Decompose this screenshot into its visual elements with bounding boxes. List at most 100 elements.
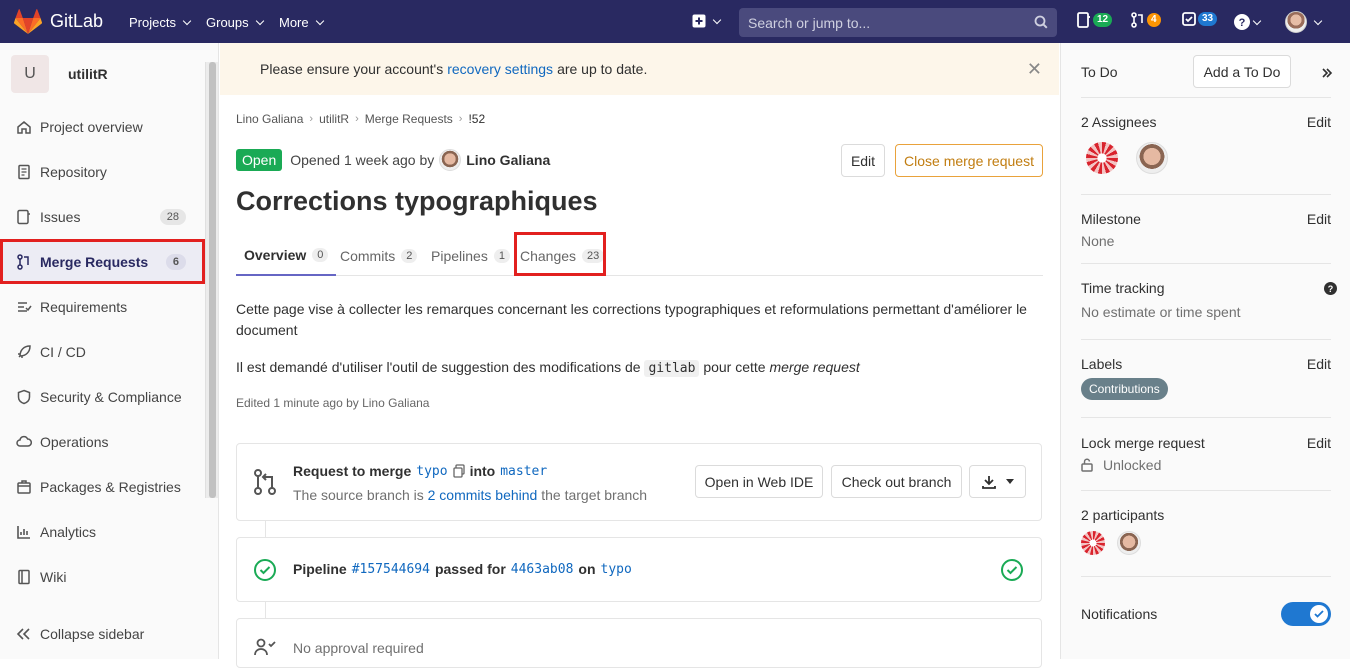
assignees-edit-link[interactable]: Edit bbox=[1307, 114, 1331, 130]
check-out-branch-button[interactable]: Check out branch bbox=[831, 465, 962, 498]
pipeline-passed-icon[interactable] bbox=[254, 559, 276, 581]
tab-overview[interactable]: Overview 0 bbox=[236, 236, 337, 276]
source-branch-link[interactable]: typo bbox=[416, 464, 447, 479]
tab-changes[interactable]: Changes 23 bbox=[520, 236, 605, 276]
more-menu[interactable]: More bbox=[279, 15, 324, 30]
user-avatar bbox=[1285, 11, 1307, 33]
author-avatar[interactable] bbox=[439, 149, 462, 171]
assignees-title: 2 Assignees bbox=[1081, 114, 1157, 130]
issues-count-badge: 12 bbox=[1093, 13, 1113, 27]
book-icon bbox=[16, 569, 32, 585]
double-chevron-right-icon[interactable] bbox=[1321, 67, 1333, 79]
tab-label: Pipelines bbox=[431, 248, 488, 264]
lock-value: Unlocked bbox=[1103, 457, 1162, 473]
gitlab-logo[interactable]: GitLab bbox=[14, 8, 104, 35]
pipeline-id-link[interactable]: #157544694 bbox=[352, 562, 430, 577]
new-dropdown[interactable] bbox=[692, 14, 722, 28]
groups-menu[interactable]: Groups bbox=[206, 15, 264, 30]
collapse-sidebar-button[interactable]: Collapse sidebar bbox=[16, 626, 144, 642]
assignee-avatar[interactable] bbox=[1086, 142, 1118, 174]
sidebar-item-analytics[interactable]: Analytics bbox=[0, 509, 205, 554]
copy-icon[interactable] bbox=[452, 464, 465, 478]
lock-edit-link[interactable]: Edit bbox=[1307, 435, 1331, 451]
pipeline-status-text: Pipeline #157544694 passed for 4463ab08 … bbox=[293, 561, 632, 577]
labels-edit-link[interactable]: Edit bbox=[1307, 356, 1331, 372]
tab-pipelines[interactable]: Pipelines 1 bbox=[431, 236, 510, 276]
label-badge[interactable]: Contributions bbox=[1081, 378, 1168, 400]
close-merge-request-button[interactable]: Close merge request bbox=[895, 144, 1043, 177]
pipeline-branch-link[interactable]: typo bbox=[601, 562, 632, 577]
package-icon bbox=[16, 479, 32, 495]
top-navbar: GitLab Projects Groups More Search or ju… bbox=[0, 0, 1350, 43]
breadcrumb-item[interactable]: utilitR bbox=[319, 112, 349, 126]
recovery-settings-link[interactable]: recovery settings bbox=[447, 61, 553, 77]
issues-nav[interactable]: 12 bbox=[1077, 12, 1113, 28]
target-branch-link[interactable]: master bbox=[500, 464, 547, 479]
commits-behind-link[interactable]: 2 commits behind bbox=[428, 487, 538, 503]
sidebar-item-issues[interactable]: Issues 28 bbox=[0, 194, 205, 239]
add-todo-button[interactable]: Add a To Do bbox=[1193, 55, 1291, 88]
scrollbar-thumb[interactable] bbox=[209, 62, 216, 498]
open-web-ide-button[interactable]: Open in Web IDE bbox=[695, 465, 823, 498]
tab-commits[interactable]: Commits 2 bbox=[340, 236, 418, 276]
sidebar-item-project-overview[interactable]: Project overview bbox=[0, 104, 205, 149]
sidebar-item-label: Analytics bbox=[40, 523, 97, 540]
alert-text-end: are up to date. bbox=[557, 61, 648, 77]
sidebar-item-security-compliance[interactable]: Security & Compliance bbox=[0, 374, 205, 419]
pipeline-widget: Pipeline #157544694 passed for 4463ab08 … bbox=[236, 537, 1042, 602]
opened-text: Opened 1 week ago by bbox=[290, 152, 435, 168]
tab-count: 0 bbox=[312, 248, 329, 262]
sidebar-item-wiki[interactable]: Wiki bbox=[0, 554, 205, 599]
stage-passed-icon[interactable] bbox=[1001, 559, 1023, 581]
sidebar-item-operations[interactable]: Operations bbox=[0, 419, 205, 464]
sidebar-item-ci-cd[interactable]: CI / CD bbox=[0, 329, 205, 374]
sidebar-item-label: Packages & Registries bbox=[40, 478, 181, 495]
tab-label: Changes bbox=[520, 248, 577, 264]
notifications-toggle[interactable] bbox=[1281, 602, 1331, 626]
merge-requests-count-badge: 6 bbox=[165, 253, 186, 270]
merge-request-icon bbox=[254, 469, 276, 495]
breadcrumb-current[interactable]: !52 bbox=[468, 112, 485, 126]
download-dropdown-button[interactable] bbox=[969, 465, 1026, 498]
sidebar-item-merge-requests[interactable]: Merge Requests 6 bbox=[0, 239, 205, 284]
merge-requests-nav[interactable]: 4 bbox=[1131, 12, 1161, 28]
sidebar-item-label: CI / CD bbox=[40, 343, 86, 360]
mr-tabs: Overview 0 Commits 2 Pipelines 1 Changes 23 bbox=[236, 236, 1043, 276]
help-menu[interactable]: ? bbox=[1234, 14, 1262, 30]
milestone-edit-link[interactable]: Edit bbox=[1307, 211, 1331, 227]
edit-button[interactable]: Edit bbox=[841, 144, 885, 177]
sidebar-item-packages-registries[interactable]: Packages & Registries bbox=[0, 464, 205, 509]
sidebar-item-repository[interactable]: Repository bbox=[0, 149, 205, 194]
user-menu[interactable] bbox=[1285, 11, 1323, 33]
participant-avatar[interactable] bbox=[1117, 531, 1141, 555]
sidebar-item-label: Merge Requests bbox=[40, 253, 149, 270]
projects-menu[interactable]: Projects bbox=[129, 15, 192, 30]
project-header[interactable]: U utilitR bbox=[11, 55, 108, 93]
breadcrumb-item[interactable]: Merge Requests bbox=[365, 112, 453, 126]
check-icon bbox=[1314, 610, 1324, 618]
author-name[interactable]: Lino Galiana bbox=[466, 152, 550, 168]
sidebar-item-label: Wiki bbox=[40, 568, 67, 585]
sidebar-scrollbar[interactable] bbox=[205, 62, 218, 498]
commit-sha-link[interactable]: 4463ab08 bbox=[511, 562, 574, 577]
inline-code: gitlab bbox=[644, 360, 700, 377]
desc-emphasis: merge request bbox=[769, 359, 860, 375]
milestone-title: Milestone bbox=[1081, 211, 1141, 227]
behind-text-end: the target branch bbox=[541, 487, 648, 503]
assignee-avatar[interactable] bbox=[1136, 142, 1168, 174]
brand-name: GitLab bbox=[50, 11, 104, 31]
plus-square-icon bbox=[692, 14, 706, 28]
breadcrumb-item[interactable]: Lino Galiana bbox=[236, 112, 303, 126]
sidebar-item-label: Security & Compliance bbox=[40, 388, 182, 405]
chevron-right-icon: › bbox=[309, 113, 314, 125]
time-tracking-block: Time tracking ? No estimate or time spen… bbox=[1081, 280, 1337, 320]
search-input[interactable]: Search or jump to... bbox=[739, 8, 1057, 37]
close-icon[interactable]: ✕ bbox=[1027, 59, 1042, 80]
svg-text:?: ? bbox=[1239, 17, 1246, 29]
sidebar-item-requirements[interactable]: Requirements bbox=[0, 284, 205, 329]
desc-text: pour cette bbox=[703, 359, 766, 375]
todos-nav[interactable]: 33 bbox=[1182, 12, 1218, 26]
participant-avatar[interactable] bbox=[1081, 531, 1105, 555]
help-icon[interactable]: ? bbox=[1324, 282, 1337, 295]
search-icon bbox=[1034, 15, 1048, 29]
